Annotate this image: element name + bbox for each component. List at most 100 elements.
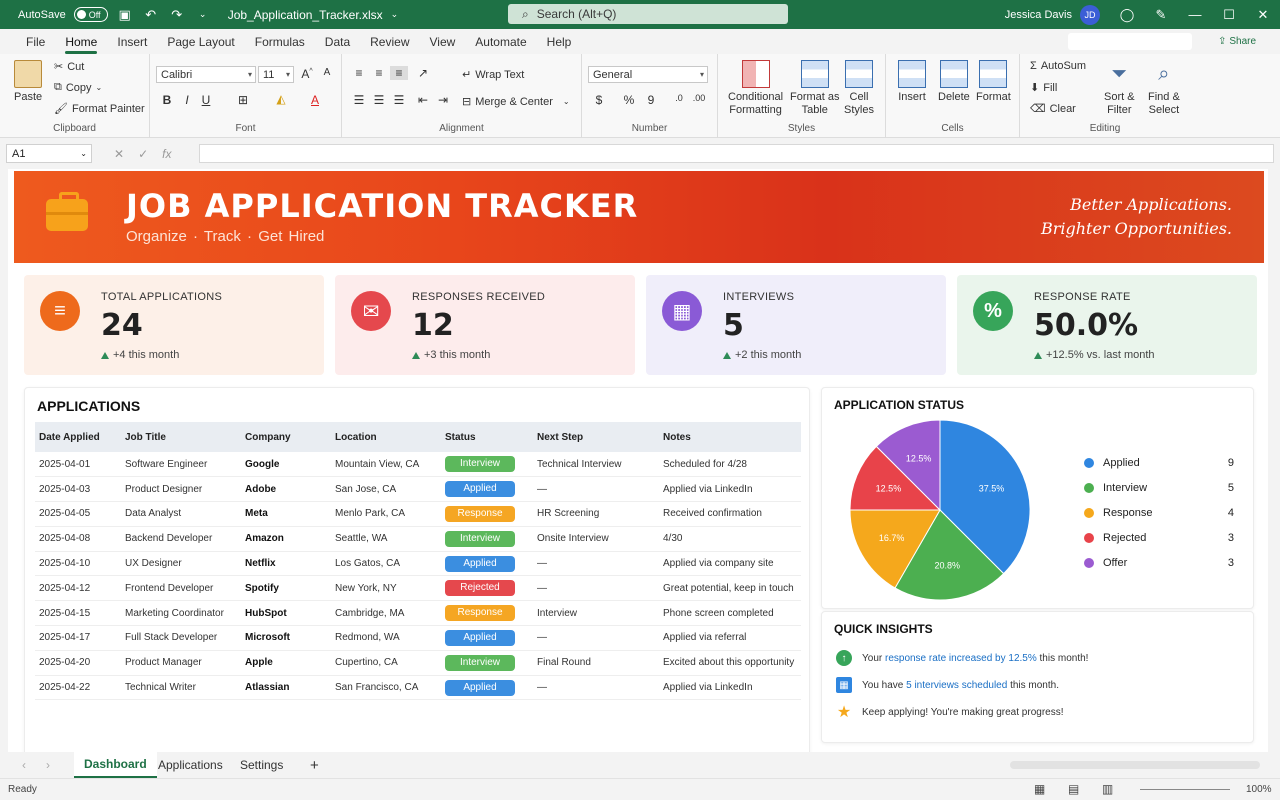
job-title-cell[interactable]: UX Designer [121, 551, 241, 577]
fill-button[interactable]: ⬇ Fill [1030, 81, 1057, 95]
name-box[interactable]: A1 ⌄ [6, 144, 92, 163]
filename-chevron-icon[interactable]: ⌄ [391, 9, 399, 20]
sheet-tab-applications[interactable]: Applications [148, 752, 233, 778]
scroll-left-icon[interactable]: ‹ [12, 752, 36, 778]
fx-icon[interactable]: fx [162, 147, 171, 161]
table-row[interactable]: 2025-04-12 Frontend Developer Spotify New Y… [35, 575, 801, 602]
column-header[interactable]: Location [331, 422, 441, 452]
cancel-icon[interactable]: ✕ [114, 147, 124, 161]
status-cell[interactable]: Response [441, 600, 533, 627]
company-cell[interactable]: Apple [241, 650, 331, 676]
tab-home[interactable]: Home [55, 29, 107, 54]
column-header[interactable]: Status [441, 422, 533, 452]
orientation-icon[interactable]: ↗ [414, 66, 432, 80]
avatar[interactable]: JD [1080, 4, 1100, 25]
close-icon[interactable]: ✕ [1246, 0, 1280, 29]
increase-decimal-icon[interactable]: .0 [670, 93, 688, 103]
percent-icon[interactable]: % [620, 93, 638, 107]
job-title-cell[interactable]: Backend Developer [121, 526, 241, 552]
clear-button[interactable]: ⌫ Clear [1030, 102, 1076, 116]
notes-cell[interactable]: Applied via LinkedIn [659, 675, 801, 701]
copy-button[interactable]: ⧉ Copy ⌄ [54, 81, 102, 94]
company-cell[interactable]: Adobe [241, 476, 331, 503]
next-step-cell[interactable]: — [533, 625, 659, 651]
save-icon[interactable]: ▣ [116, 6, 134, 24]
table-row[interactable]: 2025-04-15 Marketing Coordinator HubSpot Ca… [35, 600, 801, 627]
job-title-cell[interactable]: Data Analyst [121, 501, 241, 527]
next-step-cell[interactable]: — [533, 551, 659, 577]
table-row[interactable]: 2025-04-03 Product Designer Adobe San Jose,… [35, 476, 801, 503]
table-row[interactable]: 2025-04-05 Data Analyst Meta Menlo Park, CA… [35, 501, 801, 527]
tab-insert[interactable]: Insert [107, 29, 157, 54]
job-title-cell[interactable]: Product Manager [121, 650, 241, 676]
next-step-cell[interactable]: — [533, 675, 659, 701]
status-cell[interactable]: Applied [441, 675, 533, 701]
align-right-icon[interactable]: ☰ [390, 93, 408, 107]
maximize-icon[interactable]: ☐ [1212, 0, 1246, 29]
date-cell[interactable]: 2025-04-12 [35, 575, 121, 602]
align-center-icon[interactable]: ☰ [370, 93, 388, 107]
cell-styles-button[interactable]: Cell Styles [844, 60, 874, 117]
location-cell[interactable]: Los Gatos, CA [331, 551, 441, 577]
search-box[interactable]: ⌕ Search (Alt+Q) [508, 4, 788, 24]
insert-cells-button[interactable]: Insert [898, 60, 926, 104]
legend-item[interactable]: Offer 3 [1084, 550, 1234, 575]
align-bottom-icon[interactable]: ≡ [390, 66, 408, 80]
formula-input[interactable] [199, 144, 1274, 163]
location-cell[interactable]: Mountain View, CA [331, 452, 441, 478]
location-cell[interactable]: Seattle, WA [331, 526, 441, 552]
normal-view-icon[interactable]: ▦ [1034, 782, 1045, 796]
status-cell[interactable]: Response [441, 501, 533, 527]
column-header[interactable]: Date Applied [35, 422, 121, 452]
date-cell[interactable]: 2025-04-20 [35, 650, 121, 676]
company-cell[interactable]: Meta [241, 501, 331, 527]
format-as-table-button[interactable]: Format as Table [790, 60, 840, 117]
number-format-select[interactable]: General ▾ [588, 66, 708, 83]
job-title-cell[interactable]: Frontend Developer [121, 575, 241, 602]
next-step-cell[interactable]: Interview [533, 600, 659, 627]
coauthor-icon[interactable]: ◯ [1110, 0, 1144, 29]
grow-font-icon[interactable]: A^ [298, 67, 316, 81]
increase-indent-icon[interactable]: ⇥ [434, 93, 452, 107]
date-cell[interactable]: 2025-04-15 [35, 600, 121, 627]
status-cell[interactable]: Interview [441, 526, 533, 552]
legend-item[interactable]: Response 4 [1084, 501, 1234, 526]
align-top-icon[interactable]: ≡ [350, 66, 368, 80]
notes-cell[interactable]: Applied via referral [659, 625, 801, 651]
table-row[interactable]: 2025-04-22 Technical Writer Atlassian San F… [35, 675, 801, 701]
table-row[interactable]: 2025-04-08 Backend Developer Amazon Seattle… [35, 526, 801, 552]
tab-automate[interactable]: Automate [465, 29, 536, 54]
next-step-cell[interactable]: — [533, 476, 659, 503]
status-cell[interactable]: Applied [441, 625, 533, 651]
location-cell[interactable]: San Francisco, CA [331, 675, 441, 701]
legend-item[interactable]: Applied 9 [1084, 451, 1234, 476]
add-sheet-icon[interactable]: + [300, 752, 329, 778]
table-row[interactable]: 2025-04-17 Full Stack Developer Microsoft R… [35, 625, 801, 651]
wrap-text-button[interactable]: ↵ Wrap Text [462, 68, 524, 82]
notes-cell[interactable]: Applied via company site [659, 551, 801, 577]
notes-cell[interactable]: 4/30 [659, 526, 801, 552]
font-name-select[interactable]: Calibri ▾ [156, 66, 256, 83]
fill-color-icon[interactable]: ◭ [272, 92, 290, 106]
job-title-cell[interactable]: Software Engineer [121, 452, 241, 478]
shrink-font-icon[interactable]: A [318, 67, 336, 78]
borders-icon[interactable]: ⊞ [234, 93, 252, 107]
underline-icon[interactable]: U [197, 93, 215, 107]
bold-icon[interactable]: B [158, 93, 176, 107]
horizontal-scrollbar[interactable] [1010, 761, 1260, 769]
location-cell[interactable]: Redmond, WA [331, 625, 441, 651]
tab-help[interactable]: Help [537, 29, 582, 54]
undo-icon[interactable]: ↶ [142, 6, 160, 24]
date-cell[interactable]: 2025-04-05 [35, 501, 121, 527]
date-cell[interactable]: 2025-04-01 [35, 452, 121, 478]
next-step-cell[interactable]: HR Screening [533, 501, 659, 527]
notes-cell[interactable]: Applied via LinkedIn [659, 476, 801, 503]
autosave-toggle[interactable]: Off [73, 7, 108, 22]
date-cell[interactable]: 2025-04-17 [35, 625, 121, 651]
delete-cells-button[interactable]: Delete [938, 60, 970, 104]
notes-cell[interactable]: Scheduled for 4/28 [659, 452, 801, 478]
location-cell[interactable]: New York, NY [331, 575, 441, 602]
zoom-level[interactable]: 100% [1246, 784, 1272, 795]
paste-button[interactable]: Paste [14, 60, 42, 104]
decrease-indent-icon[interactable]: ⇤ [414, 93, 432, 107]
